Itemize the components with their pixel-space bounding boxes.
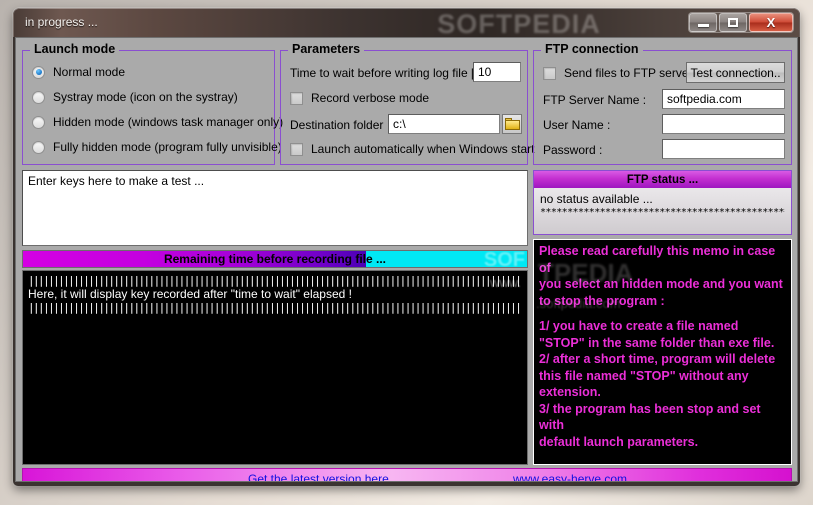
ftp-status-message: no status available ...: [540, 192, 653, 206]
ftp-server-input[interactable]: softpedia.com: [662, 89, 785, 109]
folder-icon: [504, 118, 520, 130]
checkbox-send-files-ftp-box: [543, 66, 556, 80]
memo-line: 2/ after a short time, program will dele…: [539, 352, 776, 366]
key-test-input-area[interactable]: Enter keys here to make a test ...: [22, 170, 528, 246]
window-controls: X: [688, 12, 794, 33]
memo-line: default launch parameters.: [539, 434, 699, 449]
ftp-username-input[interactable]: [662, 114, 785, 134]
checkbox-record-verbose-box: [290, 91, 303, 105]
radio-hidden-mode-label: Hidden mode (windows task manager only): [53, 115, 284, 129]
key-test-placeholder-text: Enter keys here to make a test ...: [28, 174, 205, 188]
maximize-icon: [728, 18, 738, 27]
maximize-button[interactable]: [719, 13, 747, 32]
minimize-button[interactable]: [689, 13, 717, 32]
window-title: in progress ...: [25, 15, 98, 29]
radio-hidden-mode[interactable]: Hidden mode (windows task manager only): [32, 115, 283, 129]
ftp-status-panel: FTP status ... no status available ... *…: [533, 170, 792, 235]
checkbox-autostart[interactable]: Launch automatically when Windows start: [290, 142, 534, 156]
checkbox-send-files-ftp[interactable]: Send files to FTP server: [543, 66, 693, 80]
checkbox-autostart-box: [290, 142, 303, 156]
ftp-server-label: FTP Server Name :: [543, 93, 647, 107]
wait-time-label: Time to wait before writing log file [s]: [290, 66, 484, 80]
ftp-connection-legend: FTP connection: [541, 42, 643, 56]
radio-fully-hidden-mode[interactable]: Fully hidden mode (program fully unvisib…: [32, 140, 282, 154]
radio-normal-mode-label: Normal mode: [53, 65, 126, 79]
application-window: in progress ... SOFTPEDIA X Launch mode …: [13, 8, 800, 486]
memo-line: 3/ the program has been stop and set wit…: [539, 401, 761, 433]
console-message: Here, it will display key recorded after…: [28, 287, 352, 301]
ftp-username-label: User Name :: [543, 118, 611, 132]
radio-systray-mode[interactable]: Systray mode (icon on the systray): [32, 90, 238, 104]
parameters-group: Parameters Time to wait before writing l…: [280, 42, 534, 165]
destination-folder-label: Destination folder: [290, 118, 384, 132]
title-bar[interactable]: in progress ... SOFTPEDIA X: [13, 8, 800, 39]
memo-line-spacer: [539, 309, 786, 318]
remaining-time-progressbar: Remaining time before recording file ...…: [22, 250, 528, 268]
memo-line: extension.: [539, 385, 601, 399]
close-button[interactable]: X: [749, 13, 793, 32]
recorded-keys-console: ||||||||||||||||||||||||||||||||||||||||…: [22, 270, 528, 465]
memo-line: Please read carefully this memo in case …: [539, 244, 776, 275]
radio-systray-mode-indicator: [32, 90, 45, 104]
checkbox-send-files-ftp-label: Send files to FTP server: [564, 66, 693, 80]
checkbox-autostart-label: Launch automatically when Windows start: [311, 142, 535, 156]
memo-line: to stop the program :: [539, 293, 665, 308]
radio-fully-hidden-mode-label: Fully hidden mode (program fully unvisib…: [53, 140, 282, 154]
radio-systray-mode-label: Systray mode (icon on the systray): [53, 90, 238, 104]
radio-hidden-mode-indicator: [32, 115, 45, 129]
ftp-status-title: FTP status ...: [534, 171, 791, 188]
memo-panel: TPEDIA .softpedia.com Please read carefu…: [533, 239, 792, 465]
close-icon: X: [766, 15, 776, 30]
softpedia-watermark: SOFTPEDIA: [437, 9, 601, 39]
checkbox-record-verbose-label: Record verbose mode: [311, 91, 430, 105]
memo-line: 1/ you have to create a file named: [539, 319, 739, 333]
ftp-connection-group: FTP connection Send files to FTP server …: [533, 42, 792, 165]
radio-fully-hidden-mode-indicator: [32, 140, 45, 154]
radio-normal-mode-indicator: [32, 65, 45, 79]
ftp-password-label: Password :: [543, 143, 603, 157]
console-rule-bottom: ||||||||||||||||||||||||||||||||||||||||…: [28, 301, 522, 314]
link-bar: Get the latest version here ... www.easy…: [22, 468, 792, 481]
memo-line: "STOP" in the same folder than exe file.: [539, 335, 775, 350]
ftp-password-input[interactable]: [662, 139, 785, 159]
launch-mode-legend: Launch mode: [30, 42, 120, 56]
memo-line: you select an hidden mode and you want: [539, 277, 783, 291]
browse-folder-button[interactable]: [502, 114, 522, 134]
memo-line: this file named "STOP" without any: [539, 368, 749, 383]
website-link[interactable]: www.easy-herve.com: [513, 472, 627, 481]
launch-mode-group: Launch mode Normal mode Systray mode (ic…: [22, 42, 283, 165]
parameters-legend: Parameters: [288, 42, 365, 56]
console-rule-top: ||||||||||||||||||||||||||||||||||||||||…: [28, 274, 522, 287]
ftp-status-divider: ****************************************…: [540, 207, 785, 218]
minimize-icon: [697, 24, 709, 27]
client-area: Launch mode Normal mode Systray mode (ic…: [15, 37, 798, 482]
destination-folder-input[interactable]: c:\: [388, 114, 500, 134]
ftp-status-body: no status available ... ****************…: [534, 188, 791, 223]
radio-normal-mode[interactable]: Normal mode: [32, 65, 125, 79]
test-connection-button[interactable]: Test connection..: [686, 62, 785, 83]
checkbox-record-verbose[interactable]: Record verbose mode: [290, 91, 429, 105]
progressbar-label: Remaining time before recording file ...: [163, 252, 387, 266]
wait-time-input[interactable]: 10: [473, 62, 521, 82]
latest-version-link[interactable]: Get the latest version here ...: [248, 472, 402, 481]
